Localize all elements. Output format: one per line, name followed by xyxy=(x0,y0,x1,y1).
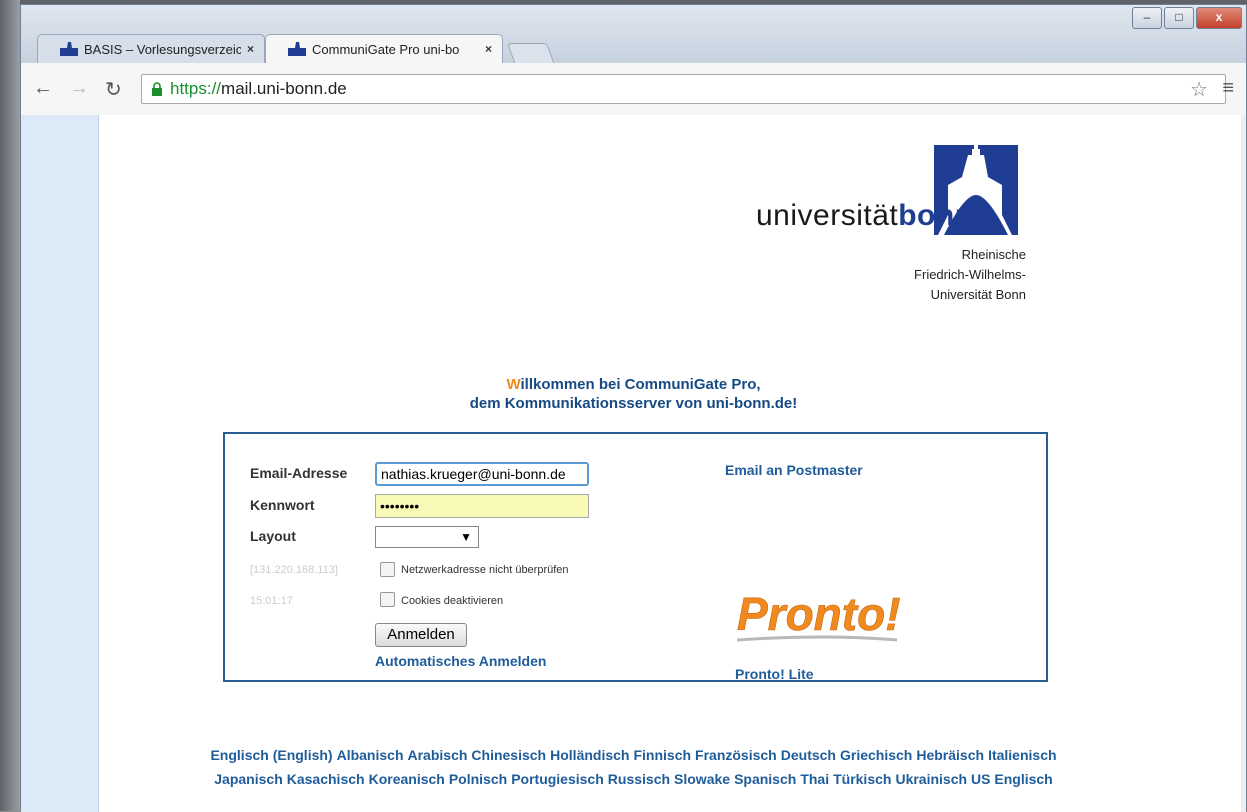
reload-icon[interactable]: ↻ xyxy=(105,77,122,102)
language-link[interactable]: Italienisch xyxy=(988,747,1056,763)
tab-label: CommuniGate Pro uni-bo xyxy=(312,41,460,57)
pronto-logo-icon[interactable]: Pronto! xyxy=(735,586,925,652)
page-viewport: universitätbonn Rheinische Friedrich-Wil… xyxy=(21,115,1246,812)
new-tab-button[interactable] xyxy=(506,43,556,65)
window-controls: – □ x xyxy=(1132,7,1242,29)
language-link[interactable]: Holländisch xyxy=(550,747,629,763)
titlebar: BASIS – Vorlesungsverzeic × CommuniGate … xyxy=(21,5,1246,65)
tab-communigate[interactable]: CommuniGate Pro uni-bo × xyxy=(265,34,503,63)
welcome-initial: W xyxy=(506,376,521,393)
layout-select[interactable]: ▼ xyxy=(375,526,479,548)
uni-bonn-favicon-icon xyxy=(288,42,306,56)
server-time: 15:01:17 xyxy=(250,595,293,607)
tab-basis[interactable]: BASIS – Vorlesungsverzeic × xyxy=(37,34,265,63)
password-label: Kennwort xyxy=(250,497,315,513)
pronto-logo-text: Pronto! xyxy=(737,588,901,640)
welcome-line2: dem Kommunikationsserver von uni-bonn.de… xyxy=(469,395,798,412)
language-link[interactable]: Arabisch xyxy=(408,747,468,763)
pronto-lite-link[interactable]: Pronto! Lite xyxy=(735,666,814,682)
url-scheme: https:// xyxy=(170,79,222,98)
network-check-label: Netzwerkadresse nicht überprüfen xyxy=(401,564,569,576)
browser-window: BASIS – Vorlesungsverzeic × CommuniGate … xyxy=(20,4,1247,812)
tab-label: BASIS – Vorlesungsverzeic xyxy=(84,41,241,57)
login-button[interactable]: Anmelden xyxy=(375,623,467,647)
logo-subtitle-line: Friedrich-Wilhelms- xyxy=(914,267,1026,282)
postmaster-link[interactable]: Email an Postmaster xyxy=(725,462,863,478)
maximize-button[interactable]: □ xyxy=(1164,7,1194,29)
logo-subtitle-line: Rheinische xyxy=(961,247,1026,262)
forward-arrow-icon[interactable]: → xyxy=(69,77,89,100)
cookies-label: Cookies deaktivieren xyxy=(401,595,504,607)
logo-subtitle-line: Universität Bonn xyxy=(930,287,1026,302)
email-field[interactable] xyxy=(375,462,589,486)
language-link[interactable]: Ukrainisch xyxy=(895,771,967,787)
language-link[interactable]: Chinesisch xyxy=(471,747,546,763)
language-link[interactable]: Polnisch xyxy=(449,771,507,787)
login-form: Email-Adresse Kennwort Layout ▼ [131.220… xyxy=(223,432,1048,682)
ip-address: [131.220.168.113] xyxy=(250,564,338,576)
bookmark-star-icon[interactable]: ☆ xyxy=(1190,77,1208,102)
dropdown-arrow-icon: ▼ xyxy=(460,530,472,544)
language-link[interactable]: Griechisch xyxy=(840,747,912,763)
password-field[interactable] xyxy=(375,494,589,518)
language-link[interactable]: Portugiesisch xyxy=(511,771,604,787)
tab-close-icon[interactable]: × xyxy=(485,42,492,56)
desktop-strip xyxy=(0,0,20,811)
language-link[interactable]: Deutsch xyxy=(781,747,836,763)
address-bar[interactable]: https:// mail.uni-bonn.de xyxy=(141,74,1226,104)
language-link[interactable]: Türkisch xyxy=(833,771,891,787)
language-line-2: Japanisch Kasachisch Koreanisch Polnisch Por… xyxy=(21,767,1246,791)
cookies-checkbox[interactable] xyxy=(380,592,395,607)
language-link[interactable]: Französisch xyxy=(695,747,777,763)
language-link[interactable]: Albanisch xyxy=(337,747,404,763)
language-link[interactable]: Spanisch xyxy=(734,771,796,787)
language-link[interactable]: Hebräisch xyxy=(916,747,984,763)
left-sidebar xyxy=(21,115,99,812)
language-list: Englisch (English) Albanisch Arabisch Chine… xyxy=(21,743,1246,791)
language-line-1: Englisch (English) Albanisch Arabisch Chine… xyxy=(21,743,1246,767)
language-link[interactable]: Englisch (English) xyxy=(210,747,332,763)
welcome-heading: Willkommen bei CommuniGate Pro, dem Komm… xyxy=(21,375,1246,413)
network-check-checkbox[interactable] xyxy=(380,562,395,577)
auto-login-link[interactable]: Automatisches Anmelden xyxy=(375,653,546,669)
logo-wordmark: universitätbonn xyxy=(756,199,974,233)
email-label: Email-Adresse xyxy=(250,465,348,481)
logo-word-bold: bonn xyxy=(898,199,974,232)
logo-word-light: universität xyxy=(756,199,899,232)
scrollbar[interactable] xyxy=(1241,115,1246,812)
welcome-line1: illkommen bei CommuniGate Pro, xyxy=(520,376,761,393)
language-link[interactable]: Finnisch xyxy=(633,747,691,763)
language-link[interactable]: Russisch xyxy=(608,771,670,787)
language-link[interactable]: Koreanisch xyxy=(369,771,445,787)
tab-close-icon[interactable]: × xyxy=(247,42,254,56)
language-link[interactable]: Thai xyxy=(800,771,829,787)
language-link[interactable]: Kasachisch xyxy=(287,771,365,787)
layout-label: Layout xyxy=(250,528,296,544)
back-arrow-icon[interactable]: ← xyxy=(33,77,53,100)
browser-toolbar: ← → ↻ https:// mail.uni-bonn.de ☆ ≡ xyxy=(21,63,1246,116)
lock-icon xyxy=(152,82,162,96)
url-host: mail.uni-bonn.de xyxy=(221,79,347,98)
close-window-button[interactable]: x xyxy=(1196,7,1242,29)
logo-subtitle: Rheinische Friedrich-Wilhelms- Universit… xyxy=(914,245,1026,305)
language-link[interactable]: US Englisch xyxy=(971,771,1053,787)
language-link[interactable]: Japanisch xyxy=(214,771,282,787)
language-link[interactable]: Slowake xyxy=(674,771,730,787)
uni-bonn-favicon-icon xyxy=(60,42,78,56)
minimize-button[interactable]: – xyxy=(1132,7,1162,29)
menu-icon[interactable]: ≡ xyxy=(1222,77,1234,100)
